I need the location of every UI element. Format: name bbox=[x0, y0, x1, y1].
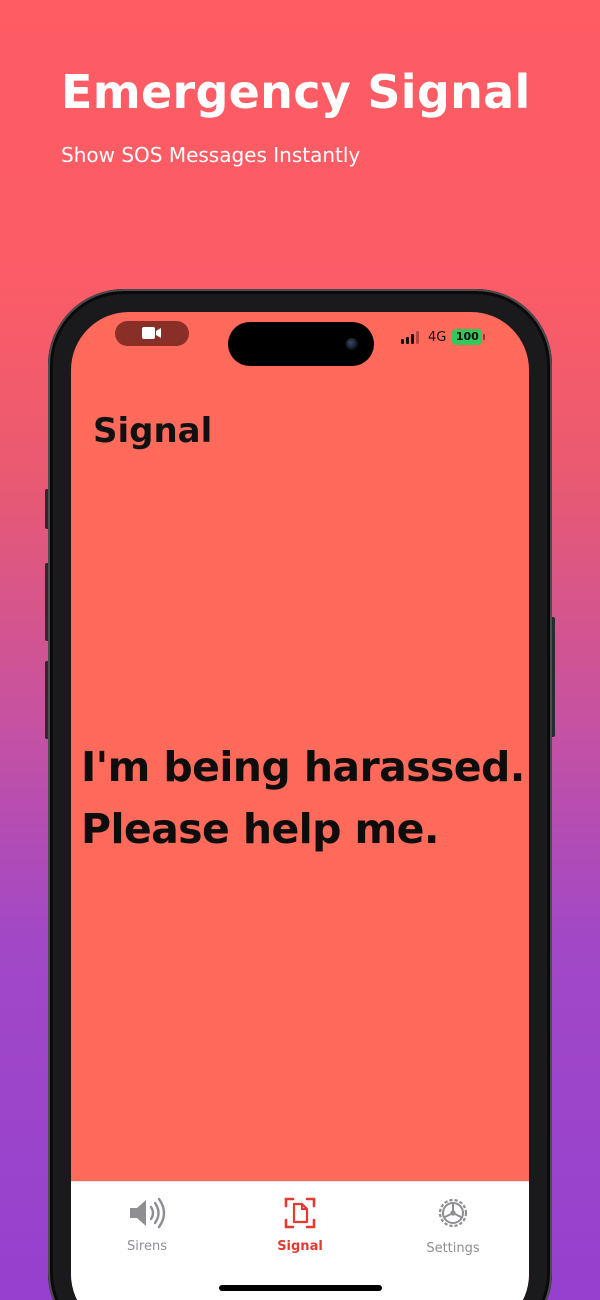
dynamic-island bbox=[228, 322, 374, 366]
tab-bar: Sirens Signal Settings bbox=[71, 1181, 529, 1300]
status-indicators: 4G 100 bbox=[401, 328, 486, 346]
speaker-wave-icon bbox=[130, 1197, 166, 1229]
battery-icon: 100 bbox=[452, 329, 486, 345]
tab-signal[interactable]: Signal bbox=[235, 1196, 365, 1254]
tab-settings-label: Settings bbox=[426, 1241, 480, 1256]
tab-signal-label: Signal bbox=[277, 1239, 323, 1254]
home-indicator[interactable] bbox=[219, 1285, 382, 1291]
video-camera-icon bbox=[142, 327, 161, 339]
cellular-signal-icon bbox=[401, 330, 419, 344]
camera-in-use-indicator bbox=[115, 321, 189, 346]
app-store-screenshot: { "promo": { "title": "Emergency Signal"… bbox=[0, 0, 600, 1300]
sos-message: I'm being harassed. Please help me. bbox=[81, 736, 525, 860]
tab-sirens-label: Sirens bbox=[127, 1239, 167, 1254]
phone-screen: 4G 100 Signal I'm being harassed. Please… bbox=[71, 312, 529, 1300]
sos-message-line: Please help me. bbox=[81, 805, 439, 853]
document-scan-icon bbox=[284, 1197, 316, 1229]
promo-title: Emergency Signal bbox=[61, 65, 531, 119]
screen-title: Signal bbox=[93, 411, 213, 451]
sos-message-line: I'm being harassed. bbox=[81, 743, 525, 791]
network-type: 4G bbox=[428, 329, 447, 345]
gear-icon bbox=[438, 1198, 468, 1228]
front-camera bbox=[346, 338, 358, 350]
tab-sirens[interactable]: Sirens bbox=[82, 1196, 212, 1254]
promo-subtitle: Show SOS Messages Instantly bbox=[61, 143, 361, 167]
tab-settings[interactable]: Settings bbox=[388, 1196, 518, 1256]
